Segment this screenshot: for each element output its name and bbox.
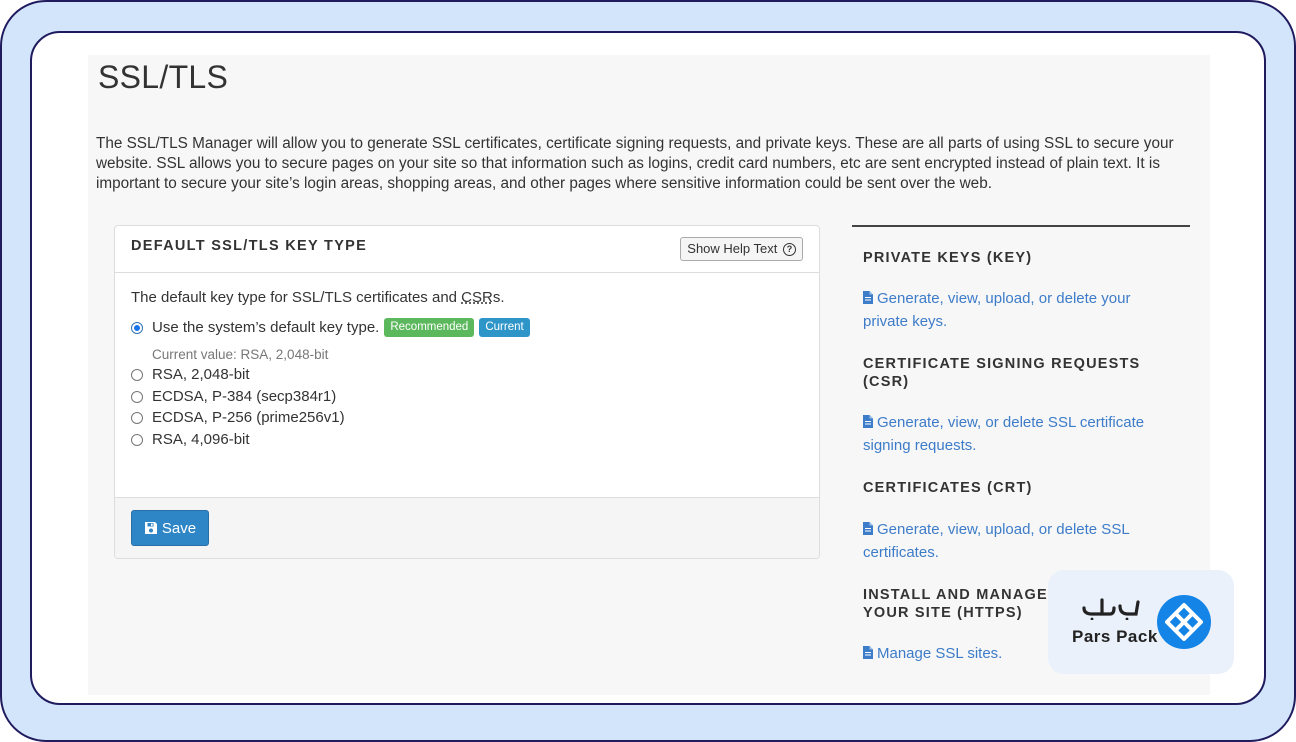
floppy-disk-icon [144, 522, 157, 534]
card-title: DEFAULT SSL/TLS KEY TYPE [131, 238, 368, 254]
file-icon [863, 291, 873, 304]
card-header: DEFAULT SSL/TLS KEY TYPE Show Help Text … [115, 226, 819, 273]
option-label: RSA, 4,096-bit [152, 431, 250, 448]
save-label: Save [161, 519, 197, 537]
screenshot-frame: SSL/TLS The SSL/TLS Manager will allow y… [30, 31, 1266, 705]
description-suffix: s. [492, 289, 505, 306]
show-help-text-button[interactable]: Show Help Text ? [680, 237, 803, 261]
description-text: The default key type for SSL/TLS certifi… [131, 289, 462, 306]
parspack-persian-wordmark [1082, 598, 1140, 620]
radio-system-default[interactable] [131, 321, 143, 334]
certificates-link[interactable]: Generate, view, upload, or delete SSL ce… [863, 518, 1163, 564]
option-system-default[interactable]: Use the system’s default key type. Recom… [131, 318, 530, 337]
current-badge: Current [479, 318, 530, 337]
option-ecdsa-p256[interactable]: ECDSA, P-256 (prime256v1) [131, 409, 345, 426]
option-label: ECDSA, P-256 (prime256v1) [152, 409, 345, 426]
radio-rsa-2048[interactable] [131, 368, 143, 381]
sidebar: PRIVATE KEYS (KEY) Generate, view, uploa… [852, 225, 1190, 662]
csr-heading: CERTIFICATE SIGNING REQUESTS (CSR) [863, 356, 1141, 390]
option-label: RSA, 2,048-bit [152, 366, 250, 383]
link-text: Generate, view, upload, or delete your p… [863, 290, 1131, 330]
option-ecdsa-p384[interactable]: ECDSA, P-384 (secp384r1) [131, 388, 336, 405]
sidebar-rule [852, 225, 1190, 227]
card-body: The default key type for SSL/TLS certifi… [115, 273, 819, 501]
certificates-heading: CERTIFICATES (CRT) [863, 480, 1033, 496]
file-icon [863, 522, 873, 535]
private-keys-heading: PRIVATE KEYS (KEY) [863, 250, 1033, 266]
card-footer: Save [115, 497, 819, 558]
csr-link[interactable]: Generate, view, or delete SSL certificat… [863, 411, 1173, 457]
radio-ecdsa-p256[interactable] [131, 411, 143, 424]
recommended-badge: Recommended [384, 318, 475, 337]
parspack-english-wordmark: Pars Pack [1072, 627, 1158, 646]
help-button-label: Show Help Text [687, 241, 778, 256]
private-keys-link[interactable]: Generate, view, upload, or delete your p… [863, 287, 1163, 333]
option-rsa-4096[interactable]: RSA, 4,096-bit [131, 431, 250, 448]
question-circle-icon: ? [783, 243, 796, 257]
option-label: ECDSA, P-384 (secp384r1) [152, 388, 337, 405]
csr-abbr: CSR [461, 289, 493, 306]
option-label: Use the system’s default key type. [152, 319, 380, 336]
page-title: SSL/TLS [98, 59, 229, 95]
manage-ssl-sites-link[interactable]: Manage SSL sites. [863, 642, 1002, 665]
option-rsa-2048[interactable]: RSA, 2,048-bit [131, 366, 250, 383]
link-text: Generate, view, upload, or delete SSL ce… [863, 521, 1130, 561]
file-icon [863, 646, 873, 659]
intro-text: The SSL/TLS Manager will allow you to ge… [96, 135, 1174, 192]
parspack-logo-icon [1157, 595, 1211, 649]
key-type-description: The default key type for SSL/TLS certifi… [131, 289, 505, 306]
radio-ecdsa-p384[interactable] [131, 390, 143, 403]
parspack-logo: Pars Pack [1048, 570, 1234, 674]
save-button[interactable]: Save [131, 510, 209, 546]
key-type-card: DEFAULT SSL/TLS KEY TYPE Show Help Text … [114, 225, 820, 559]
radio-rsa-4096[interactable] [131, 433, 143, 446]
file-icon [863, 415, 873, 428]
link-text: Generate, view, or delete SSL certificat… [863, 414, 1145, 454]
link-text: Manage SSL sites. [877, 645, 1003, 662]
current-value-text: Current value: RSA, 2,048-bit [152, 347, 329, 362]
